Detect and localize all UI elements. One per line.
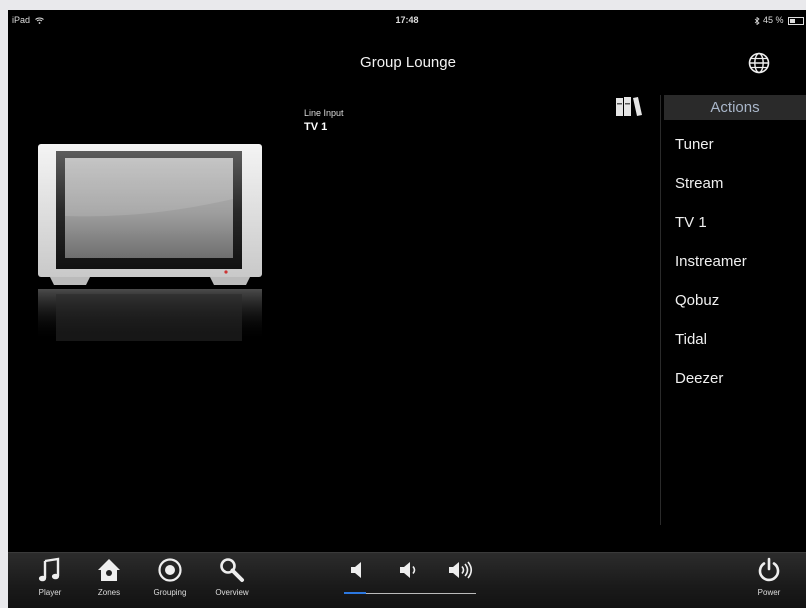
source-value: TV 1 (304, 121, 328, 133)
actions-list: Tuner Stream TV 1 Instreamer Qobuz Tidal… (675, 130, 747, 403)
player-label: Player (38, 588, 62, 597)
status-right: 45 % (754, 15, 804, 25)
bottom-toolbar: Player Zones Grouping Overview Power (8, 552, 806, 608)
library-icon[interactable] (615, 95, 643, 117)
power-button[interactable]: Power (739, 553, 799, 608)
status-time: 17:48 (395, 15, 419, 25)
app-screen: iPad 17:48 45 % Group Lounge Line Input … (8, 10, 806, 608)
grouping-icon (158, 558, 182, 582)
action-item-stream[interactable]: Stream (675, 169, 747, 208)
volume-high-icon[interactable] (447, 559, 473, 581)
action-item-qobuz[interactable]: Qobuz (675, 286, 747, 325)
home-icon (98, 559, 120, 581)
battery-icon (788, 16, 804, 25)
volume-mid-icon[interactable] (397, 559, 423, 581)
bluetooth-icon (755, 16, 761, 25)
volume-low-icon[interactable] (346, 559, 372, 581)
actions-header: Actions (664, 95, 806, 120)
volume-slider-fill (344, 592, 366, 594)
power-icon (758, 557, 780, 582)
zones-label: Zones (97, 588, 121, 597)
action-item-tidal[interactable]: Tidal (675, 325, 747, 364)
overview-tab[interactable]: Overview (202, 553, 262, 608)
page-title: Group Lounge (360, 54, 456, 71)
battery-percent: 45 % (762, 15, 784, 25)
grouping-label: Grouping (153, 588, 187, 597)
panel-divider (660, 95, 661, 525)
action-item-deezer[interactable]: Deezer (675, 364, 747, 403)
action-item-tv1[interactable]: TV 1 (675, 208, 747, 247)
globe-icon[interactable] (748, 52, 770, 74)
action-item-instreamer[interactable]: Instreamer (675, 247, 747, 286)
search-icon (220, 558, 244, 582)
status-bar: iPad 17:48 45 % (8, 10, 806, 30)
action-item-tuner[interactable]: Tuner (675, 130, 747, 169)
zones-tab[interactable]: Zones (79, 553, 139, 608)
source-label: Line Input (304, 108, 344, 118)
music-note-icon (38, 557, 60, 582)
grouping-tab[interactable]: Grouping (140, 553, 200, 608)
overview-label: Overview (215, 588, 249, 597)
tv-image (38, 144, 262, 341)
player-tab[interactable]: Player (20, 553, 80, 608)
power-label: Power (757, 588, 781, 597)
